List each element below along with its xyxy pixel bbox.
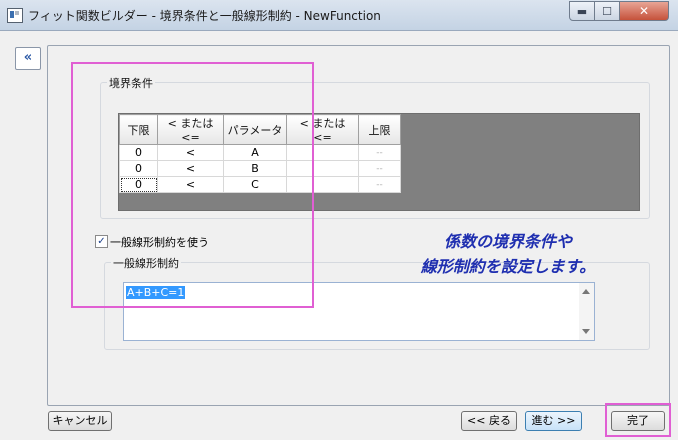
scroll-up-icon[interactable] xyxy=(582,289,590,294)
back-button[interactable]: << 戻る xyxy=(461,411,517,431)
collapse-button[interactable]: « xyxy=(15,47,41,70)
header-upper-bound[interactable]: 上限 xyxy=(358,114,401,145)
maximize-button[interactable]: ☐ xyxy=(594,1,620,21)
vertical-scrollbar[interactable] xyxy=(579,283,594,340)
finish-highlight-box xyxy=(605,403,671,437)
highlight-box xyxy=(71,62,314,308)
close-button[interactable]: ✕ xyxy=(619,1,669,21)
upper-bound-cell[interactable]: -- xyxy=(358,144,401,161)
close-icon: ✕ xyxy=(638,4,650,18)
next-button[interactable]: 進む >> xyxy=(525,411,582,431)
annotation-line-2: 線形制約を設定します。 xyxy=(420,257,596,276)
double-chevron-left-icon: « xyxy=(23,50,33,65)
cancel-button[interactable]: キャンセル xyxy=(48,411,112,431)
upper-bound-cell[interactable]: -- xyxy=(358,160,401,177)
annotation-line-1: 係数の境界条件や xyxy=(443,232,572,251)
window-title: フィット関数ビルダー - 境界条件と一般線形制約 - NewFunction xyxy=(28,9,381,23)
dialog-client-area: « 境界条件 下限 < または <= パラメータ < または <= 上限 0 <… xyxy=(8,31,671,437)
upper-bound-cell[interactable]: -- xyxy=(358,176,401,193)
minimize-button[interactable]: ▬ xyxy=(569,1,595,21)
annotation-note: 係数の境界条件や 線形制約を設定します。 xyxy=(378,229,638,279)
scroll-down-icon[interactable] xyxy=(582,329,590,334)
maximize-icon: ☐ xyxy=(602,4,612,18)
app-icon xyxy=(7,8,23,23)
title-bar: フィット関数ビルダー - 境界条件と一般線形制約 - NewFunction ▬… xyxy=(0,0,678,31)
minimize-icon: ▬ xyxy=(576,4,588,18)
